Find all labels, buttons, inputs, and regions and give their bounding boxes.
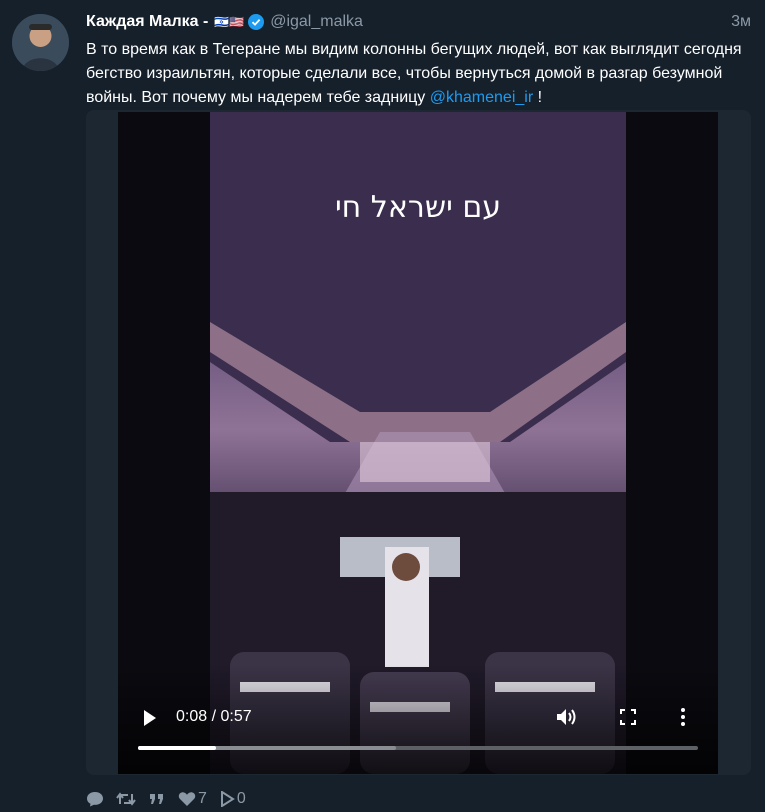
reply-icon <box>87 792 103 807</box>
play-button[interactable] <box>142 709 158 727</box>
retweet-button[interactable] <box>116 791 136 807</box>
fullscreen-button[interactable] <box>620 709 636 725</box>
media-container: עם ישראל חי 0:08 / 0:57 <box>86 110 751 775</box>
more-options-button[interactable] <box>680 707 686 727</box>
heart-icon <box>178 792 196 806</box>
tweet-actions: 7 0 <box>86 788 246 810</box>
avatar-image <box>12 14 69 71</box>
more-vertical-icon <box>681 708 685 726</box>
like-count: 7 <box>198 790 207 807</box>
volume-button[interactable] <box>556 707 578 727</box>
video-controls: 0:08 / 0:57 <box>118 664 718 774</box>
mention-link[interactable]: @khamenei_ir <box>430 89 533 106</box>
video-progress-bar[interactable] <box>138 746 698 750</box>
verified-badge-icon <box>248 14 265 30</box>
tweet-text-end: ! <box>533 89 543 106</box>
video-played-fill <box>138 746 217 750</box>
video-overlay-caption: עם ישראל חי <box>334 190 502 225</box>
tweet-text-main: В то время как в Тегеране мы видим колон… <box>86 41 742 106</box>
like-button[interactable]: 7 <box>178 790 207 808</box>
tweet-header: Каждая Малка - 🇮🇱🇺🇸 @igal_malka 3м <box>86 12 751 32</box>
reply-button[interactable] <box>86 791 104 807</box>
views-count: 0 <box>236 790 246 807</box>
retweet-icon <box>116 792 136 806</box>
author-handle[interactable]: @igal_malka <box>270 12 363 32</box>
author-flags: 🇮🇱🇺🇸 <box>214 15 245 29</box>
author-avatar[interactable] <box>12 14 69 71</box>
video-player[interactable]: עם ישראל חי 0:08 / 0:57 <box>118 112 718 774</box>
video-timecode: 0:08 / 0:57 <box>176 708 252 725</box>
fullscreen-icon <box>620 709 636 725</box>
views-button[interactable]: 0 <box>219 790 246 808</box>
quote-button[interactable] <box>148 792 166 806</box>
author-name[interactable]: Каждая Малка - <box>86 12 208 32</box>
views-icon <box>220 791 235 807</box>
play-icon <box>144 710 156 726</box>
tweet-timestamp[interactable]: 3м <box>731 12 751 32</box>
volume-icon <box>557 709 576 725</box>
tweet-text: В то время как в Тегеране мы видим колон… <box>86 38 751 110</box>
quote-icon <box>150 794 163 804</box>
